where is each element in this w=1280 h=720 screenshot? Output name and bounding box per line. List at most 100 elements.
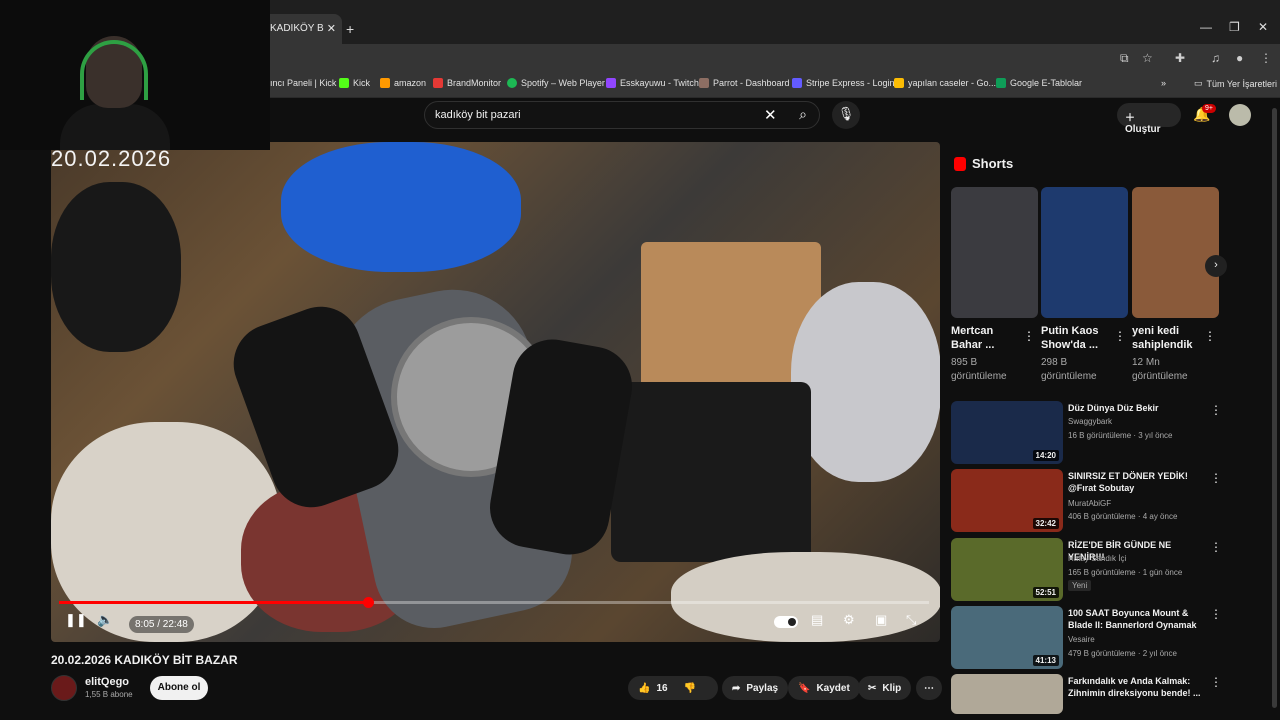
progress-fill <box>59 601 368 604</box>
progress-scrubber[interactable] <box>362 597 374 608</box>
pause-icon[interactable]: ❚❚ <box>65 612 87 628</box>
video-meta: 165 B görüntüleme · 1 gün önce <box>1068 568 1183 577</box>
headphones <box>80 40 148 100</box>
video-meta: 479 B görüntüleme · 2 yıl önce <box>1068 649 1177 658</box>
miniplayer-icon[interactable]: ▣ <box>875 612 887 628</box>
video-title-link[interactable]: SINIRSIZ ET DÖNER YEDİK! @Fırat Sobutay <box>1068 470 1204 494</box>
more-options-icon[interactable]: ⋮ <box>1210 540 1222 554</box>
subscriber-count: 1,55 B abone <box>85 690 133 699</box>
maximize-icon[interactable]: ❐ <box>1229 20 1240 34</box>
clip-button[interactable]: ✂ Klip <box>858 676 912 700</box>
like-icon[interactable]: 👍 <box>638 683 650 694</box>
channel-link[interactable]: Vesaire <box>1068 635 1095 644</box>
sleeve-right <box>671 552 940 642</box>
short-thumbnail[interactable] <box>1132 187 1219 318</box>
more-options-icon[interactable]: ⋮ <box>1114 329 1126 343</box>
channel-avatar[interactable] <box>51 675 77 701</box>
subscribe-button[interactable]: Abone ol <box>150 676 208 700</box>
bookmark-item[interactable]: Stripe Express - Login <box>792 78 895 88</box>
tab-title: KADIKÖY B <box>270 23 324 34</box>
video-thumbnail[interactable]: 41:13 <box>951 606 1063 669</box>
short-thumbnail[interactable] <box>1041 187 1128 318</box>
bookmark-item[interactable]: Kick <box>339 78 370 88</box>
video-title-link[interactable]: Düz Dünya Düz Bekir <box>1068 402 1204 414</box>
channel-link[interactable]: Hatay Sandık İçi <box>1068 554 1126 563</box>
black-bag <box>51 182 181 352</box>
new-tab-icon[interactable]: + <box>346 21 354 37</box>
chevron-right-icon[interactable]: › <box>1205 255 1227 277</box>
short-thumbnail[interactable] <box>951 187 1038 318</box>
video-thumbnail[interactable]: 14:20 <box>951 401 1063 464</box>
search-icon[interactable]: ⌕ <box>786 101 820 129</box>
fullscreen-icon[interactable]: ⤡ <box>906 612 916 628</box>
bookmark-star-icon[interactable]: ☆ <box>1142 51 1153 65</box>
bookmarks-overflow-icon[interactable]: » <box>1161 78 1166 88</box>
more-options-icon[interactable]: ⋮ <box>1210 471 1222 485</box>
video-player[interactable]: 20.02.2026 ❚❚ 🔈 8:05 / 22:48 ▤ ⚙ ▣ ⤡ <box>51 142 940 642</box>
video-title-link[interactable]: 100 SAAT Boyunca Mount & Blade II: Banne… <box>1068 607 1204 631</box>
short-views: 12 Mn görüntüleme <box>1132 357 1188 382</box>
mic-icon[interactable]: 🎙 <box>832 101 860 129</box>
bookmark-item[interactable]: Esskayuwu - Twitch <box>606 78 699 88</box>
extensions-icon[interactable]: ✚ <box>1175 51 1185 65</box>
more-options-icon[interactable]: ⋮ <box>1204 329 1216 343</box>
channel-link[interactable]: MuratAbiGF <box>1068 499 1111 508</box>
more-options-icon[interactable]: ⋮ <box>1210 675 1222 689</box>
autoplay-toggle[interactable] <box>774 616 798 628</box>
clear-search-icon[interactable]: ✕ <box>764 106 777 124</box>
video-title: 20.02.2026 KADIKÖY BİT BAZAR <box>51 653 238 667</box>
blue-bag <box>281 142 521 272</box>
create-button[interactable]: ＋ Oluştur <box>1117 103 1181 135</box>
progress-bar[interactable] <box>59 597 929 608</box>
search-input[interactable]: kadıköy bit pazari <box>424 101 820 129</box>
media-icon[interactable]: ♫ <box>1211 51 1220 65</box>
video-thumbnail[interactable] <box>951 674 1063 714</box>
like-dislike-group: 👍 16 👎 <box>628 676 718 700</box>
install-icon[interactable]: ⧉ <box>1120 51 1129 66</box>
profile-icon[interactable]: ● <box>1236 51 1243 65</box>
bookmark-item[interactable]: Google E-Tablolar <box>996 78 1082 88</box>
shorts-icon <box>954 156 966 171</box>
page-scrollbar[interactable] <box>1272 108 1277 708</box>
close-tab-icon[interactable]: ✕ <box>327 22 336 35</box>
brandmonitor-icon <box>433 78 443 88</box>
more-options-icon[interactable]: ⋮ <box>1023 329 1035 343</box>
subtitles-icon[interactable]: ▤ <box>811 612 823 628</box>
share-button[interactable]: ➦ Paylaş <box>722 676 789 700</box>
short-title[interactable]: Putin Kaos Show'da ... <box>1041 324 1115 352</box>
save-button[interactable]: 🔖 Kaydet <box>788 676 860 700</box>
amazon-icon <box>380 78 390 88</box>
bookmark-item[interactable]: amazon <box>380 78 426 88</box>
all-bookmarks[interactable]: ▭ Tüm Yer İşaretleri <box>1194 78 1277 89</box>
bookmark-item[interactable]: Spotify – Web Player <box>507 78 605 88</box>
avatar[interactable] <box>1229 104 1251 126</box>
sheets-icon <box>996 78 1006 88</box>
dislike-icon[interactable]: 👎 <box>684 683 696 694</box>
bookmark-item[interactable]: ıncı Paneli | Kick <box>270 78 336 88</box>
short-title[interactable]: Mertcan Bahar ... <box>951 324 1025 352</box>
channel-name[interactable]: elitQego <box>85 676 129 688</box>
video-thumbnail[interactable]: 32:42 <box>951 469 1063 532</box>
more-options-icon[interactable]: ⋮ <box>1210 607 1222 621</box>
duration-badge: 32:42 <box>1032 518 1059 529</box>
new-badge: Yeni <box>1068 580 1092 591</box>
time-display: 8:05 / 22:48 <box>129 616 194 633</box>
short-title[interactable]: yeni kedi sahiplendik <box>1132 324 1206 352</box>
window-close-icon[interactable]: ✕ <box>1258 20 1268 34</box>
short-views: 298 B görüntüleme <box>1041 357 1097 382</box>
bookmark-item[interactable]: Parrot - Dashboard <box>699 78 790 88</box>
bookmark-item[interactable]: BrandMonitor <box>433 78 501 88</box>
share-icon: ➦ <box>732 682 741 694</box>
settings-icon[interactable]: ⚙ <box>843 612 855 628</box>
more-options-icon[interactable]: ⋮ <box>1210 403 1222 417</box>
bookmark-item[interactable]: yapılan caseler - Go... <box>894 78 996 88</box>
more-actions-icon[interactable]: ⋯ <box>916 676 942 700</box>
video-title-link[interactable]: Farkındalık ve Anda Kalmak: Zihnimin dir… <box>1068 675 1204 699</box>
channel-link[interactable]: Swaggybark <box>1068 417 1112 426</box>
volume-icon[interactable]: 🔈 <box>97 612 113 628</box>
minimize-icon[interactable]: — <box>1200 20 1212 34</box>
shorts-heading: Shorts <box>954 156 1013 171</box>
menu-icon[interactable]: ⋮ <box>1260 51 1272 65</box>
video-thumbnail[interactable]: 52:51 <box>951 538 1063 601</box>
browser-tab-active[interactable]: KADIKÖY B ✕ <box>262 14 342 44</box>
